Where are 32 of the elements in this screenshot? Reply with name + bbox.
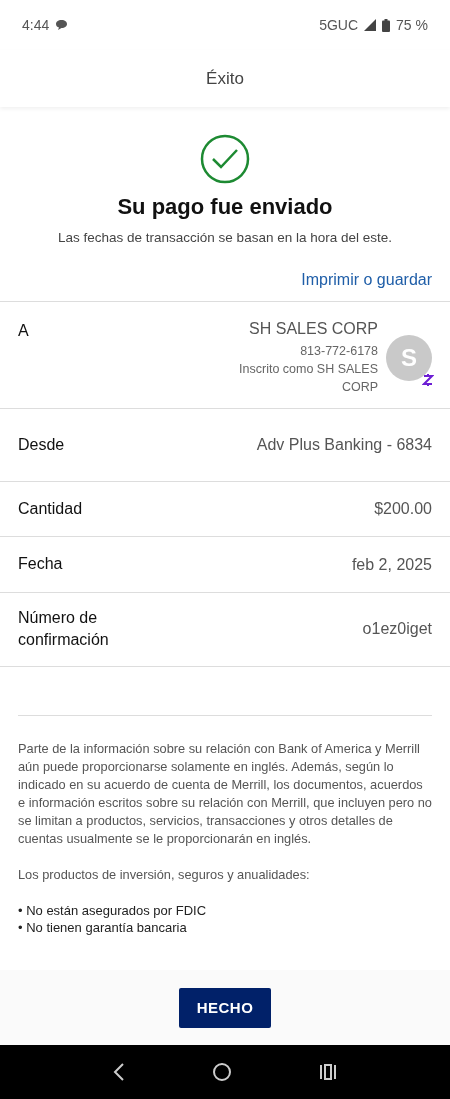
back-icon[interactable] — [113, 1063, 126, 1081]
print-link[interactable]: Imprimir o guardar — [301, 271, 432, 289]
detail-value: feb 2, 2025 — [351, 555, 432, 574]
payee-name: SH SALES CORP — [249, 320, 378, 338]
confirmation-title: Su pago fue enviado — [117, 194, 333, 220]
detail-label: Número de confirmación — [18, 607, 110, 651]
confirmation-subtitle: Las fechas de transacción se basan en la hora del este. — [58, 230, 392, 245]
status-time: 4:44 — [22, 17, 50, 33]
zelle-badge-icon — [422, 373, 434, 387]
network-label: 5GUC — [319, 17, 359, 33]
detail-value: Adv Plus Banking - 6834 — [256, 436, 432, 454]
recent-apps-icon[interactable] — [318, 1064, 337, 1080]
signal-icon — [364, 19, 377, 31]
disclaimer-intro: Los productos de inversión, seguros y anualidades: — [18, 865, 311, 884]
detail-label: A — [18, 321, 29, 341]
battery-percent: 75 % — [396, 17, 428, 33]
page-title: Éxito — [0, 50, 450, 107]
detail-value: o1ez0iget — [362, 620, 432, 639]
disclaimer-paragraph: Parte de la información sobre su relación con Bank of America y Merrill aún puede proporcionarse solamente en inglés. Además, según lo indicado en su acuerdo de cuenta de Merrill, los documentos, acuerdos e información escritos sobre su relación con Merrill, que incluyen pero no se limitan a productos, servicios, transacciones y otros detalles de cuentas usualmente se le proporcionarán en inglés. — [18, 739, 432, 848]
detail-label: Fecha — [18, 554, 63, 575]
chat-bubble-icon — [55, 19, 69, 31]
detail-value: $200.00 — [374, 500, 432, 519]
bullet-item: • No tienen garantía bancaria — [18, 918, 188, 936]
enrolled-name: Inscrito como SH SALES CORP — [238, 361, 378, 396]
detail-label: Cantidad — [18, 499, 83, 519]
check-circle-icon — [200, 134, 250, 184]
detail-label: Desde — [18, 434, 65, 455]
home-icon[interactable] — [212, 1062, 232, 1082]
bullet-item: • No están asegurados por FDIC — [18, 901, 208, 919]
battery-icon — [382, 18, 391, 32]
payee-phone: 813-772-6178 — [300, 343, 378, 360]
done-button[interactable]: HECHO — [179, 987, 271, 1028]
